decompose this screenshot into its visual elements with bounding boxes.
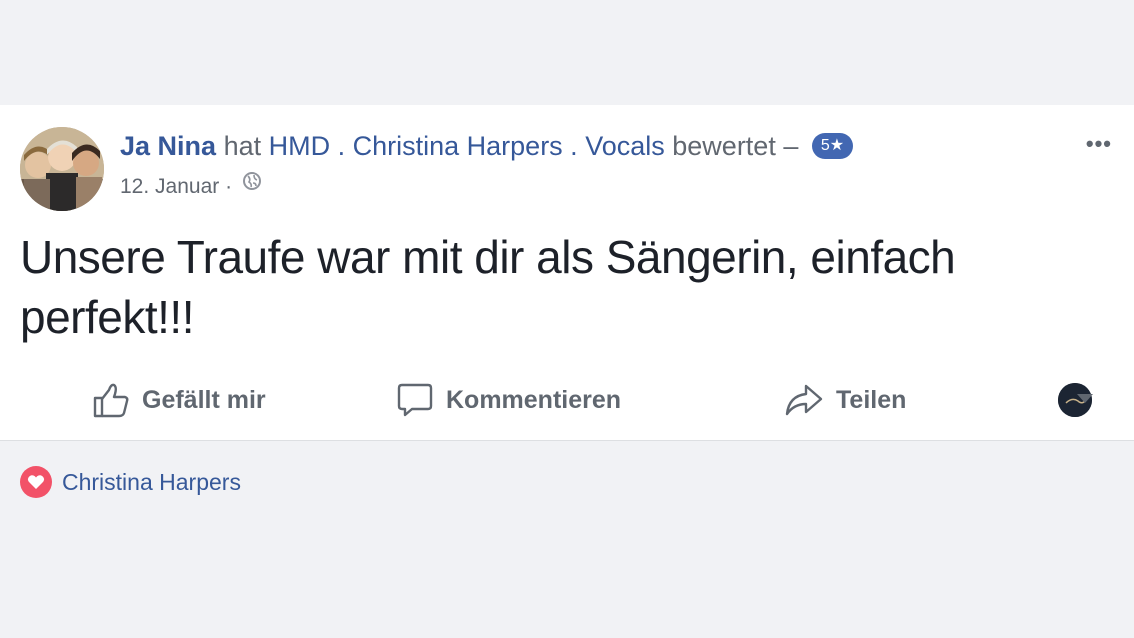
share-label: Teilen [836,385,907,414]
author-avatar[interactable] [20,127,104,211]
rating-badge: 5★ [811,132,854,159]
globe-icon[interactable] [242,171,262,199]
post-text: Unsere Traufe war mit dir als Sängerin, … [20,231,956,343]
review-post: Ja Nina hat HMD . Christina Harpers . Vo… [0,105,1134,441]
page-link[interactable]: HMD . Christina Harpers . Vocals [269,131,665,161]
share-icon [785,384,823,416]
chevron-down-icon[interactable] [1077,394,1093,403]
post-meta: 12. Januar · [120,171,262,201]
comment-icon [397,383,433,417]
meta-separator: · [225,175,233,198]
post-header: Ja Nina hat HMD . Christina Harpers . Vo… [120,129,854,163]
post-action: bewertet – [672,131,799,161]
reactions-summary[interactable]: Christina Harpers [20,466,241,498]
heart-icon [20,466,52,498]
author-name[interactable]: Ja Nina [120,131,216,161]
thumbs-up-icon [93,383,129,418]
post-verb: hat [223,131,262,161]
like-label: Gefällt mir [142,385,266,414]
post-date[interactable]: 12. Januar [120,175,219,198]
action-bar: Gefällt mir Kommentieren Teilen [0,375,1134,425]
reaction-names[interactable]: Christina Harpers [62,469,241,496]
more-options-button[interactable]: ••• [1086,131,1112,157]
like-button[interactable]: Gefällt mir [92,375,266,425]
share-button[interactable]: Teilen [784,375,906,425]
comment-label: Kommentieren [446,385,622,414]
comment-button[interactable]: Kommentieren [396,375,621,425]
